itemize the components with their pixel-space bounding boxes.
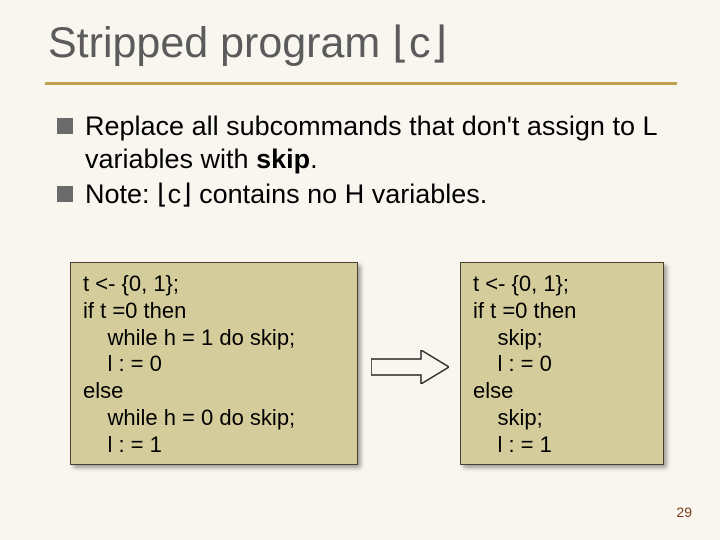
slide: Stripped program ⌊c⌋ Replace all subcomm… [0,0,720,540]
page-title: Stripped program ⌊c⌋ [48,18,447,68]
arrow-icon [371,350,449,384]
bullet-1-bold: skip [256,144,310,174]
bullet-item-2: Note: ⌊c⌋ contains no H variables. [55,178,680,211]
code-box-right: t <- {0, 1}; if t =0 then skip; l : = 0 … [460,262,664,465]
page-number: 29 [676,504,692,520]
bullet-2-text: Note: ⌊c⌋ contains no H variables. [85,179,487,209]
bullet-1-text-post: . [310,144,318,174]
bullet-list: Replace all subcommands that don't assig… [55,110,680,213]
code-box-left: t <- {0, 1}; if t =0 then while h = 1 do… [70,262,358,465]
bullet-1-text-pre: Replace all subcommands that don't assig… [85,111,656,174]
title-underline [45,82,677,85]
bullet-item-1: Replace all subcommands that don't assig… [55,110,680,176]
